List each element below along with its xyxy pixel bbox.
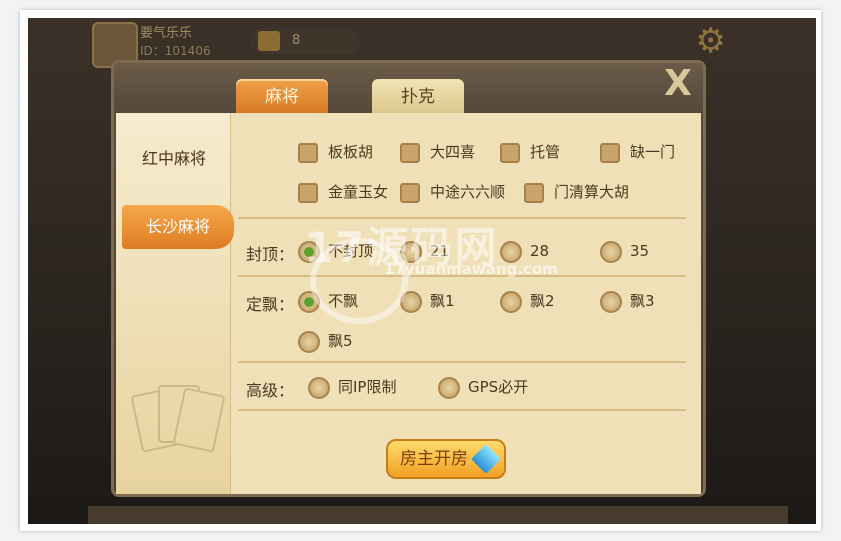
option-zhongtu[interactable]: 中途六六顺 bbox=[400, 180, 505, 204]
game-type-sidebar: 红中麻将 长沙麻将 bbox=[116, 113, 234, 494]
checkbox[interactable] bbox=[298, 182, 318, 203]
tab-mahjong[interactable]: 麻将 bbox=[236, 79, 328, 113]
player-name: 要气乐乐 bbox=[140, 26, 193, 41]
divider bbox=[238, 409, 686, 411]
watermark-url: 17yuanmawang.com bbox=[384, 260, 558, 278]
dialog-content: 红中麻将 长沙麻将 板板胡 大四喜 托管 缺一门 金童玉女 中途六六顺 门清算大… bbox=[116, 113, 701, 494]
radio-piao3[interactable]: 飘3 bbox=[600, 289, 655, 313]
radio-button[interactable] bbox=[500, 290, 522, 313]
sidebar-item-changsha[interactable]: 长沙麻将 bbox=[122, 205, 234, 249]
checkbox[interactable] bbox=[400, 182, 420, 203]
gear-icon[interactable]: ⚙ bbox=[696, 24, 726, 58]
bottom-menu-bar bbox=[88, 506, 788, 524]
option-queyimen[interactable]: 缺一门 bbox=[600, 140, 675, 164]
dingpiao-label: 定飘： bbox=[246, 295, 295, 314]
cards-decoration bbox=[130, 383, 226, 453]
tab-poker[interactable]: 扑克 bbox=[372, 79, 464, 113]
radio-button[interactable] bbox=[298, 330, 320, 353]
checkbox[interactable] bbox=[298, 142, 318, 163]
close-button[interactable]: X bbox=[659, 65, 697, 103]
radio-piao1[interactable]: 飘1 bbox=[400, 289, 455, 313]
create-room-button[interactable]: 房主开房8 bbox=[386, 439, 506, 479]
sidebar-item-hongzhong[interactable]: 红中麻将 bbox=[122, 137, 226, 181]
radio-button[interactable] bbox=[438, 376, 460, 399]
checkbox[interactable] bbox=[400, 142, 420, 163]
option-jintongyunv[interactable]: 金童玉女 bbox=[298, 180, 388, 204]
radio-button[interactable] bbox=[308, 376, 330, 399]
divider bbox=[238, 361, 686, 363]
radio-35[interactable]: 35 bbox=[600, 239, 649, 263]
diamond-icon bbox=[471, 444, 501, 474]
radio-same-ip[interactable]: 同IP限制 bbox=[308, 375, 396, 399]
checkbox[interactable] bbox=[500, 142, 520, 163]
checkbox[interactable] bbox=[600, 142, 620, 163]
option-dasixi[interactable]: 大四喜 bbox=[400, 140, 475, 164]
checkbox[interactable] bbox=[524, 182, 544, 203]
player-id: ID：101406 bbox=[140, 44, 211, 58]
radio-piao5[interactable]: 飘5 bbox=[298, 329, 353, 353]
option-tuoguan[interactable]: 托管 bbox=[500, 140, 560, 164]
advanced-label: 高级： bbox=[246, 381, 295, 400]
radio-button[interactable] bbox=[600, 240, 622, 263]
room-card-counter[interactable]: 8 bbox=[250, 28, 360, 54]
option-menqing[interactable]: 门清算大胡 bbox=[524, 180, 629, 204]
create-room-dialog: X 麻将 扑克 红中麻将 长沙麻将 板板胡 大四喜 托管 缺一门 金童玉女 中途… bbox=[111, 60, 706, 497]
options-panel: 板板胡 大四喜 托管 缺一门 金童玉女 中途六六顺 门清算大胡 封顶： 不封顶 … bbox=[232, 113, 701, 494]
option-banbanhu[interactable]: 板板胡 bbox=[298, 140, 373, 164]
radio-gps[interactable]: GPS必开 bbox=[438, 375, 528, 399]
radio-piao2[interactable]: 飘2 bbox=[500, 289, 555, 313]
radio-button[interactable] bbox=[600, 290, 622, 313]
fengding-label: 封顶： bbox=[246, 245, 295, 264]
game-screen: 要气乐乐 ID：101406 8 ⚙ X 麻将 扑克 红中麻将 长沙麻将 板板胡… bbox=[28, 18, 816, 524]
